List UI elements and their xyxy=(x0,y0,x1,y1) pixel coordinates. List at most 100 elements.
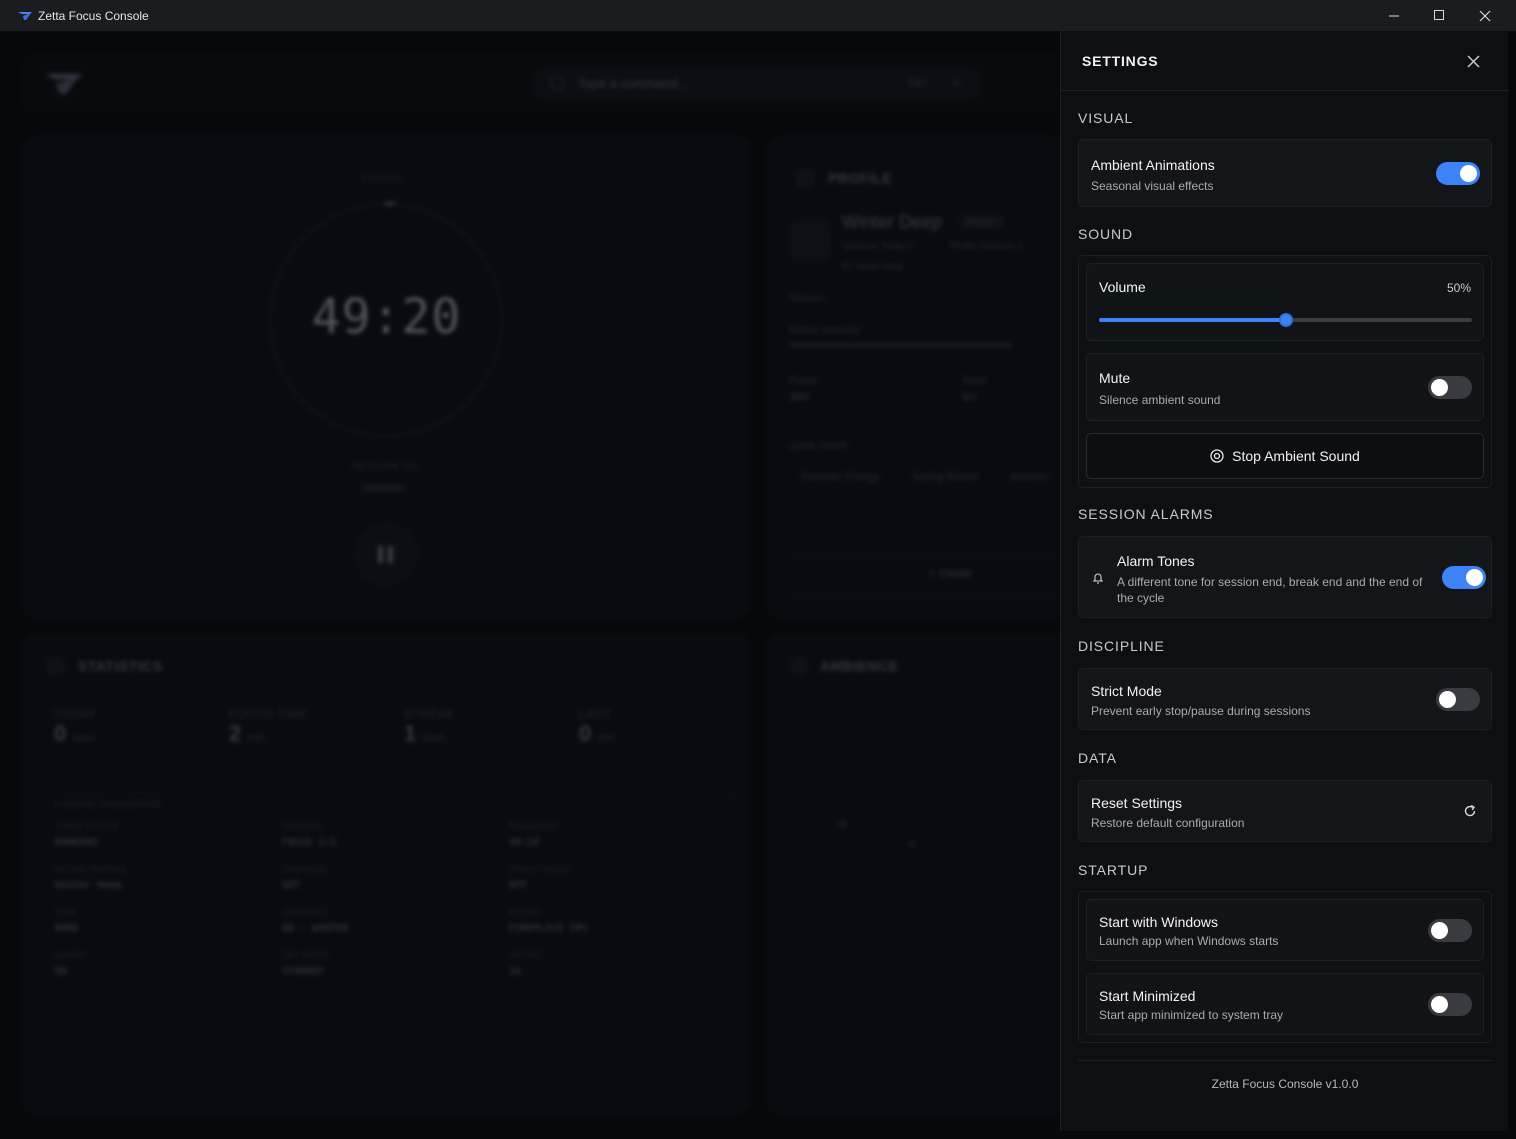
profile-icon xyxy=(796,169,814,187)
diagnostic-item: ALARM ON xyxy=(55,951,282,977)
sessions-today: Sessions Today 0 xyxy=(842,241,913,251)
maximize-button[interactable] xyxy=(1416,0,1462,31)
section-visual: VISUAL xyxy=(1078,110,1134,126)
stop-ambient-sound-button[interactable]: Stop Ambient Sound xyxy=(1086,433,1484,479)
alarm-tones-title: Alarm Tones xyxy=(1117,553,1195,569)
quick-switch-item[interactable]: Summer Energy xyxy=(800,471,879,483)
diagnostic-key: TASK xyxy=(55,908,78,917)
mute-sub: Silence ambient sound xyxy=(1099,393,1221,407)
diagnostic-key: UPTIME xyxy=(509,951,543,960)
reset-settings-row[interactable]: Reset Settings Restore default configura… xyxy=(1078,780,1492,842)
short-label: Short xyxy=(962,376,986,387)
diagnostic-key: SOUND xyxy=(509,908,541,917)
focus-value: 25m xyxy=(790,392,810,403)
start-with-windows-toggle[interactable] xyxy=(1428,919,1472,942)
diagnostic-value: 1m xyxy=(509,966,522,977)
profile-sessions: Profile Sessions 4 xyxy=(950,241,1023,251)
quick-switch-item[interactable]: Spring Bloom xyxy=(912,471,978,483)
quick-switch-item[interactable]: Autumn xyxy=(1010,471,1048,483)
refresh-icon[interactable] xyxy=(1463,804,1477,818)
stat-focus-time: FOCUS TIME 2 min xyxy=(229,707,308,746)
timer-mode-label: FOCUS xyxy=(362,173,404,183)
settings-footer-divider xyxy=(1078,1060,1492,1061)
start-minimized-toggle[interactable] xyxy=(1428,993,1472,1016)
diagnostic-value: OFF xyxy=(509,880,528,891)
preset-badge: PRESET xyxy=(960,216,1005,229)
strict-mode-toggle[interactable] xyxy=(1436,688,1480,711)
diagnostic-item: ACTIVE PROFILE Winter Deep xyxy=(55,865,282,891)
diagnostic-item: TASK NONE xyxy=(55,908,282,934)
settings-title: SETTINGS xyxy=(1082,53,1159,69)
minimize-icon xyxy=(1388,15,1399,17)
alarm-tones-toggle[interactable] xyxy=(1442,566,1486,589)
short-value: 5m xyxy=(962,392,976,403)
diagnostic-key: ALARM xyxy=(55,951,86,960)
diagnostic-value: STANDBY xyxy=(282,966,325,977)
pause-button[interactable] xyxy=(354,522,418,586)
focus-label: Focus xyxy=(790,376,818,387)
command-placeholder: Type a command... xyxy=(578,76,689,91)
create-profile-button[interactable]: + Create xyxy=(790,555,1060,595)
volume-slider[interactable] xyxy=(1099,313,1472,327)
motion-bar xyxy=(790,343,1012,347)
start-with-windows-title: Start with Windows xyxy=(1099,914,1219,930)
minimize-button[interactable] xyxy=(1371,0,1417,31)
diagnostic-item: UPTIME 1m xyxy=(509,951,736,977)
diagnostic-item: STRICT MODE OFF xyxy=(509,865,736,891)
start-with-windows-sub: Launch app when Windows starts xyxy=(1099,934,1279,948)
stat-today: TODAY 0 sess xyxy=(54,707,97,746)
close-settings-button[interactable] xyxy=(1461,51,1485,71)
timer-display: 49:20 xyxy=(311,289,462,345)
start-minimized-row: Start Minimized Start app minimized to s… xyxy=(1086,973,1484,1035)
reset-settings-sub: Restore default configuration xyxy=(1091,816,1245,830)
diagnostic-value: RUNNING xyxy=(55,837,98,848)
command-input[interactable]: Type a command... Ctrl K xyxy=(535,69,980,99)
diagnostic-item: DEV MODE STANDBY xyxy=(282,951,509,977)
timer-card: FOCUS SESSION 1/3 OVERRIDE xyxy=(22,135,750,619)
diagnostic-key: AMBIENCE xyxy=(282,908,328,917)
season-label: Season xyxy=(790,293,824,304)
ambient-animations-toggle[interactable] xyxy=(1436,162,1480,185)
pause-icon xyxy=(378,546,383,563)
ambience-heading: AMBIENCE xyxy=(820,658,899,674)
command-shortcut: Ctrl xyxy=(908,77,926,89)
diagnostic-key: STRICT MODE xyxy=(509,865,570,874)
ambient-animations-sub: Seasonal visual effects xyxy=(1091,179,1214,193)
mute-toggle[interactable] xyxy=(1428,376,1472,399)
close-icon xyxy=(1466,54,1480,68)
volume-label: Volume xyxy=(1099,279,1146,295)
volume-value: 50% xyxy=(1446,281,1471,295)
start-with-windows-row: Start with Windows Launch app when Windo… xyxy=(1086,899,1484,961)
ambient-animations-title: Ambient Animations xyxy=(1091,157,1215,173)
start-minimized-title: Start Minimized xyxy=(1099,988,1196,1004)
brand-logo-icon xyxy=(46,74,82,94)
section-data: DATA xyxy=(1078,750,1117,766)
window-title: Zetta Focus Console xyxy=(38,8,149,23)
session-counter: SESSION 1/3 xyxy=(352,461,419,471)
statistics-heading: STATISTICS xyxy=(78,658,163,674)
ambience-card: AMBIENCE xyxy=(766,633,1060,1115)
close-window-button[interactable] xyxy=(1462,0,1508,31)
settings-panel: SETTINGS VISUAL Ambient Animations Seaso… xyxy=(1060,31,1509,1131)
snowflake-particle-icon xyxy=(838,819,848,829)
close-icon xyxy=(1479,10,1491,21)
diagnostic-key: SESSION xyxy=(282,822,322,831)
profile-heading: PROFILE xyxy=(828,170,893,186)
diagnostics-heading: ● ENGINE DIAGNOSTICS xyxy=(55,800,161,809)
start-minimized-sub: Start app minimized to system tray xyxy=(1099,1008,1284,1022)
diagnostic-value: FIREPLACE 50% xyxy=(509,923,588,934)
volume-slider-thumb[interactable] xyxy=(1278,313,1293,327)
diagnostic-item: TIMER STATUS RUNNING xyxy=(55,822,282,848)
mute-title: Mute xyxy=(1099,370,1131,386)
alarm-tones-row: Alarm Tones A different tone for session… xyxy=(1078,536,1492,618)
diagnostics-panel: ● ENGINE DIAGNOSTICS TIMER STATUS RUNNING… xyxy=(44,791,734,1091)
title-bar: Zetta Focus Console xyxy=(0,0,1516,31)
strict-mode-sub: Prevent early stop/pause during sessions xyxy=(1091,704,1311,718)
statistics-card: STATISTICS TODAY 0 sess FOCUS TIME 2 min S… xyxy=(22,633,750,1115)
profile-name: Winter Deep xyxy=(842,212,943,232)
section-session-alarms: SESSION ALARMS xyxy=(1078,506,1214,522)
diagnostic-key: REMAINING xyxy=(509,822,559,831)
diagnostic-item: AMBIENCE ON · WINTER xyxy=(282,908,509,934)
diagnostic-value: SET xyxy=(282,880,301,891)
diagnostic-key: TIMER STATUS xyxy=(55,822,119,831)
